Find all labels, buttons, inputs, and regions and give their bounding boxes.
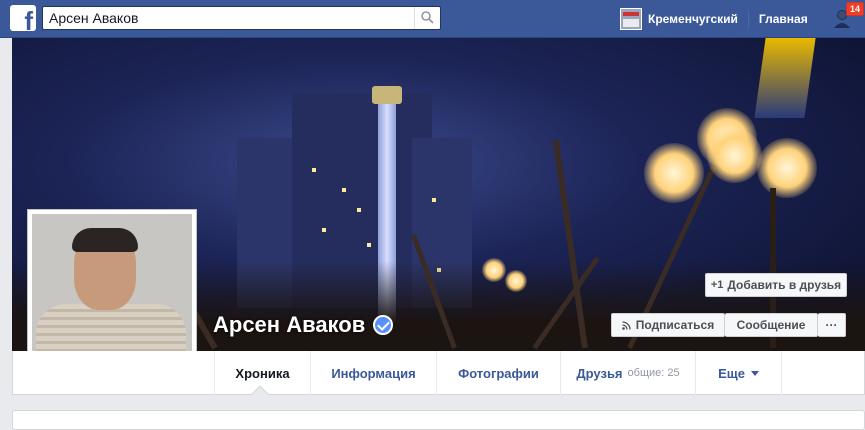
tab-photos[interactable]: Фотографии (436, 351, 560, 395)
top-navigation-bar: f Кременчугский Главная 14 (0, 0, 865, 38)
photo-hair (72, 228, 138, 252)
more-icon: ··· (825, 318, 838, 332)
window-light (357, 208, 361, 212)
message-button[interactable]: Сообщение (725, 313, 818, 337)
street-lamp (644, 143, 704, 203)
home-link[interactable]: Главная (759, 12, 808, 26)
column-capital (372, 86, 402, 104)
add-friend-button[interactable]: +1 Добавить в друзья (705, 273, 847, 297)
facebook-logo[interactable]: f (10, 5, 36, 34)
tab-label: Фотографии (458, 365, 539, 381)
tab-label: Информация (331, 365, 416, 381)
user-avatar[interactable] (620, 8, 642, 30)
profile-photo (32, 214, 192, 374)
profile-name[interactable]: Арсен Аваков (213, 312, 394, 338)
tab-label: Еще (718, 365, 745, 381)
profile-tabs: Хроника Информация Фотографии Друзья общ… (12, 351, 865, 395)
rss-icon (621, 320, 631, 330)
tab-info[interactable]: Информация (310, 351, 436, 395)
window-light (342, 188, 346, 192)
subscribe-label: Подписаться (635, 318, 715, 332)
tab-friends[interactable]: Друзья общие: 25 (560, 351, 695, 395)
more-actions-button[interactable]: ··· (818, 313, 846, 337)
search-box[interactable] (42, 6, 441, 30)
content-card (12, 410, 865, 430)
subscribe-button[interactable]: Подписаться (611, 313, 725, 337)
profile-name-text: Арсен Аваков (213, 312, 366, 337)
mutual-friends-count: общие: 25 (627, 367, 680, 379)
window-light (322, 228, 326, 232)
tab-label: Хроника (235, 365, 290, 381)
window-light (367, 243, 371, 247)
street-lamp (505, 270, 527, 292)
tab-more[interactable]: Еще (695, 351, 782, 395)
ukrainian-flag (754, 38, 816, 118)
nav-divider (747, 11, 749, 27)
chevron-down-icon (750, 370, 759, 376)
street-lamp (482, 258, 506, 282)
add-friend-icon: +1 (710, 279, 724, 291)
search-input[interactable] (43, 7, 403, 29)
friend-requests-badge: 14 (846, 2, 865, 16)
nav-user-area: Кременчугский Главная (620, 0, 808, 38)
street-lamp (757, 138, 817, 198)
window-light (312, 168, 316, 172)
verified-badge-icon (373, 315, 394, 335)
search-button[interactable] (414, 7, 440, 29)
add-friend-label: Добавить в друзья (727, 278, 842, 292)
tab-label: Друзья (576, 365, 623, 381)
profile-link[interactable]: Кременчугский (648, 12, 738, 26)
search-icon (421, 11, 434, 24)
message-label: Сообщение (736, 318, 806, 332)
window-light (432, 198, 436, 202)
street-lamp (707, 128, 762, 183)
